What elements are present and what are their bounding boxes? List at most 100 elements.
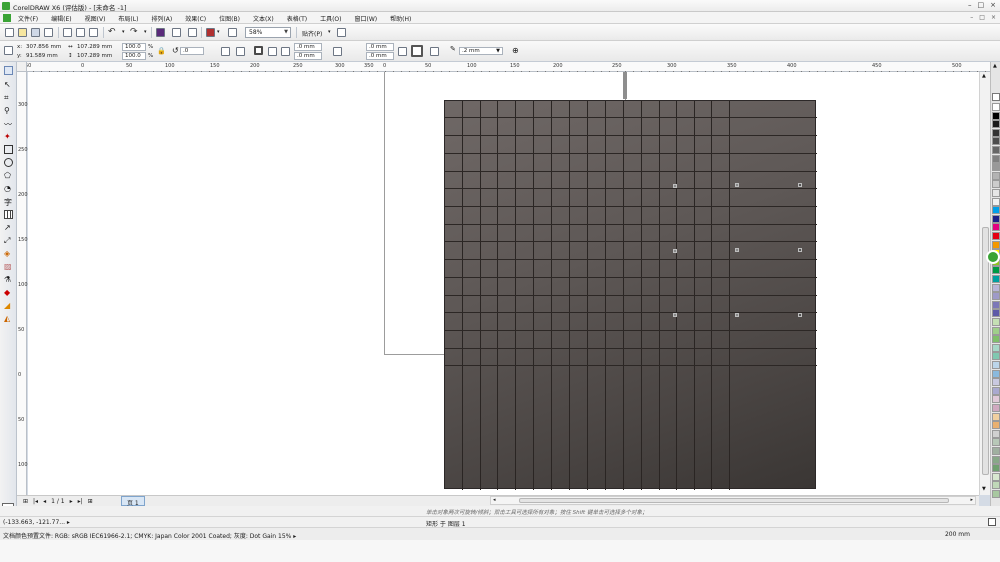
palette-swatch[interactable] [992,481,1000,490]
launcher-dropdown-icon[interactable]: ▾ [217,29,220,35]
selection-node[interactable] [735,183,739,187]
selection-node[interactable] [735,313,739,317]
previous-page-icon[interactable]: ◂ [43,498,46,505]
selection-node[interactable] [798,248,802,252]
ellipse-tool-icon[interactable] [4,158,13,167]
y-field[interactable]: 91.589 mm [26,53,58,59]
palette-swatch[interactable] [992,455,1000,464]
palette-swatch[interactable] [992,214,1000,223]
vertical-scroll-thumb[interactable] [982,227,989,475]
app-launcher-icon[interactable] [206,28,215,37]
open-icon[interactable] [18,28,27,37]
scallop-corner-icon[interactable] [268,47,277,56]
palette-swatch[interactable] [992,395,1000,404]
scroll-left-icon[interactable]: ◂ [493,497,496,503]
palette-swatch[interactable] [992,103,1000,111]
palette-swatch[interactable] [992,266,1000,275]
palette-swatch[interactable] [992,421,1000,430]
palette-swatch[interactable] [992,180,1000,189]
color-profile-text[interactable]: 文档颜色预置文件: RGB: sRGB IEC61966-2.1; CMYK: … [3,531,296,540]
palette-swatch[interactable] [992,490,1000,498]
table-tool-icon[interactable] [4,210,13,219]
palette-flyout-button[interactable] [986,250,1000,264]
corner-radius-bottom-field[interactable]: .0 mm [294,52,322,60]
selection-node[interactable] [798,313,802,317]
polygon-tool-icon[interactable]: ⬠ [4,171,13,180]
redo-icon[interactable]: ↷ [130,27,138,37]
palette-swatch[interactable] [992,275,1000,283]
palette-swatch[interactable] [992,472,1000,481]
palette-swatch[interactable] [992,378,1000,387]
outline-pen-icon[interactable] [430,47,439,56]
doc-restore-button[interactable]: □ [979,14,985,21]
interactive-fill-tool-icon[interactable]: ◭ [4,314,13,323]
palette-swatch[interactable] [992,128,1000,137]
menu-help[interactable]: 帮助(H) [389,14,412,23]
ruler-origin[interactable] [17,62,27,72]
last-page-icon[interactable]: ▸| [78,498,83,505]
blend-tool-icon[interactable]: ◈ [4,249,13,258]
undo-icon[interactable]: ↶ [108,27,116,37]
copy-icon[interactable] [76,28,85,37]
scroll-right-icon[interactable]: ▸ [970,497,973,503]
palette-swatch[interactable] [992,137,1000,146]
scale-y-field[interactable]: 100.0 [122,52,146,60]
minimize-button[interactable]: – [968,1,972,9]
snap-to-button[interactable]: 贴齐(P) [302,29,322,38]
maximize-button[interactable]: □ [978,1,985,9]
corner-radius-top-field[interactable]: .0 mm [294,43,322,51]
palette-swatch[interactable] [992,326,1000,335]
palette-swatch[interactable] [992,206,1000,215]
palette-swatch[interactable] [992,189,1000,197]
first-page-button[interactable]: ⊞ [23,498,28,505]
menu-window[interactable]: 窗口(W) [354,14,379,23]
print-icon[interactable] [44,28,53,37]
palette-swatch[interactable] [992,154,1000,163]
palette-swatch[interactable] [992,283,1000,292]
new-icon[interactable] [5,28,14,37]
basic-shapes-tool-icon[interactable]: ◔ [4,184,13,193]
close-button[interactable]: × [990,1,996,9]
freehand-tool-icon[interactable]: 〰 [4,119,13,129]
palette-swatch[interactable] [992,300,1000,309]
rectangle-tool-icon[interactable] [4,145,13,154]
zoom-tool-icon[interactable]: ⚲ [4,106,13,115]
outline-width-select[interactable]: .2 mm ▼ [459,47,503,55]
palette-swatch[interactable] [992,464,1000,473]
palette-swatch[interactable] [992,163,1000,172]
vertical-scrollbar[interactable]: ▲ ▼ [979,72,990,495]
scroll-down-icon[interactable]: ▼ [982,486,986,492]
crosshair-icon[interactable]: ⊕ [512,46,519,55]
scale-x-field[interactable]: 100.0 [122,43,146,51]
palette-swatch[interactable] [992,232,1000,240]
palette-swatch[interactable] [992,412,1000,421]
lock-ratio-icon[interactable]: 🔒 [157,47,166,55]
wrap-text-icon[interactable] [411,45,423,57]
chamfer-corner-icon[interactable] [281,47,290,56]
crop-tool-icon[interactable]: ⌗ [4,93,13,102]
selection-node[interactable] [735,248,739,252]
previous-page-start-icon[interactable]: |◂ [33,498,38,505]
import-icon[interactable] [156,28,165,37]
height-field[interactable]: 107.289 mm [77,53,112,59]
doc-close-button[interactable]: × [991,14,996,21]
snap-dropdown-icon[interactable]: ▾ [328,29,331,35]
dimension-tool-icon[interactable]: ↗ [4,223,13,232]
add-page-icon[interactable]: ⊞ [88,498,93,505]
redo-dropdown-icon[interactable]: ▾ [144,29,147,35]
palette-swatch[interactable] [992,447,1000,455]
selection-node[interactable] [798,183,802,187]
options-icon[interactable] [337,28,346,37]
relative-corner-icon[interactable] [398,47,407,56]
palette-swatch[interactable] [992,111,1000,120]
palette-swatch[interactable] [992,318,1000,326]
text-tool-icon[interactable]: 字 [4,197,13,207]
no-color-swatch[interactable] [992,93,1000,101]
palette-swatch[interactable] [992,223,1000,232]
next-page-icon[interactable]: ▸ [70,498,73,505]
menu-table[interactable]: 表格(T) [286,14,308,23]
welcome-screen-icon[interactable] [228,28,237,37]
page-tab[interactable]: 页 1 [121,496,145,507]
palette-swatch[interactable] [992,404,1000,412]
palette-swatch[interactable] [992,369,1000,378]
